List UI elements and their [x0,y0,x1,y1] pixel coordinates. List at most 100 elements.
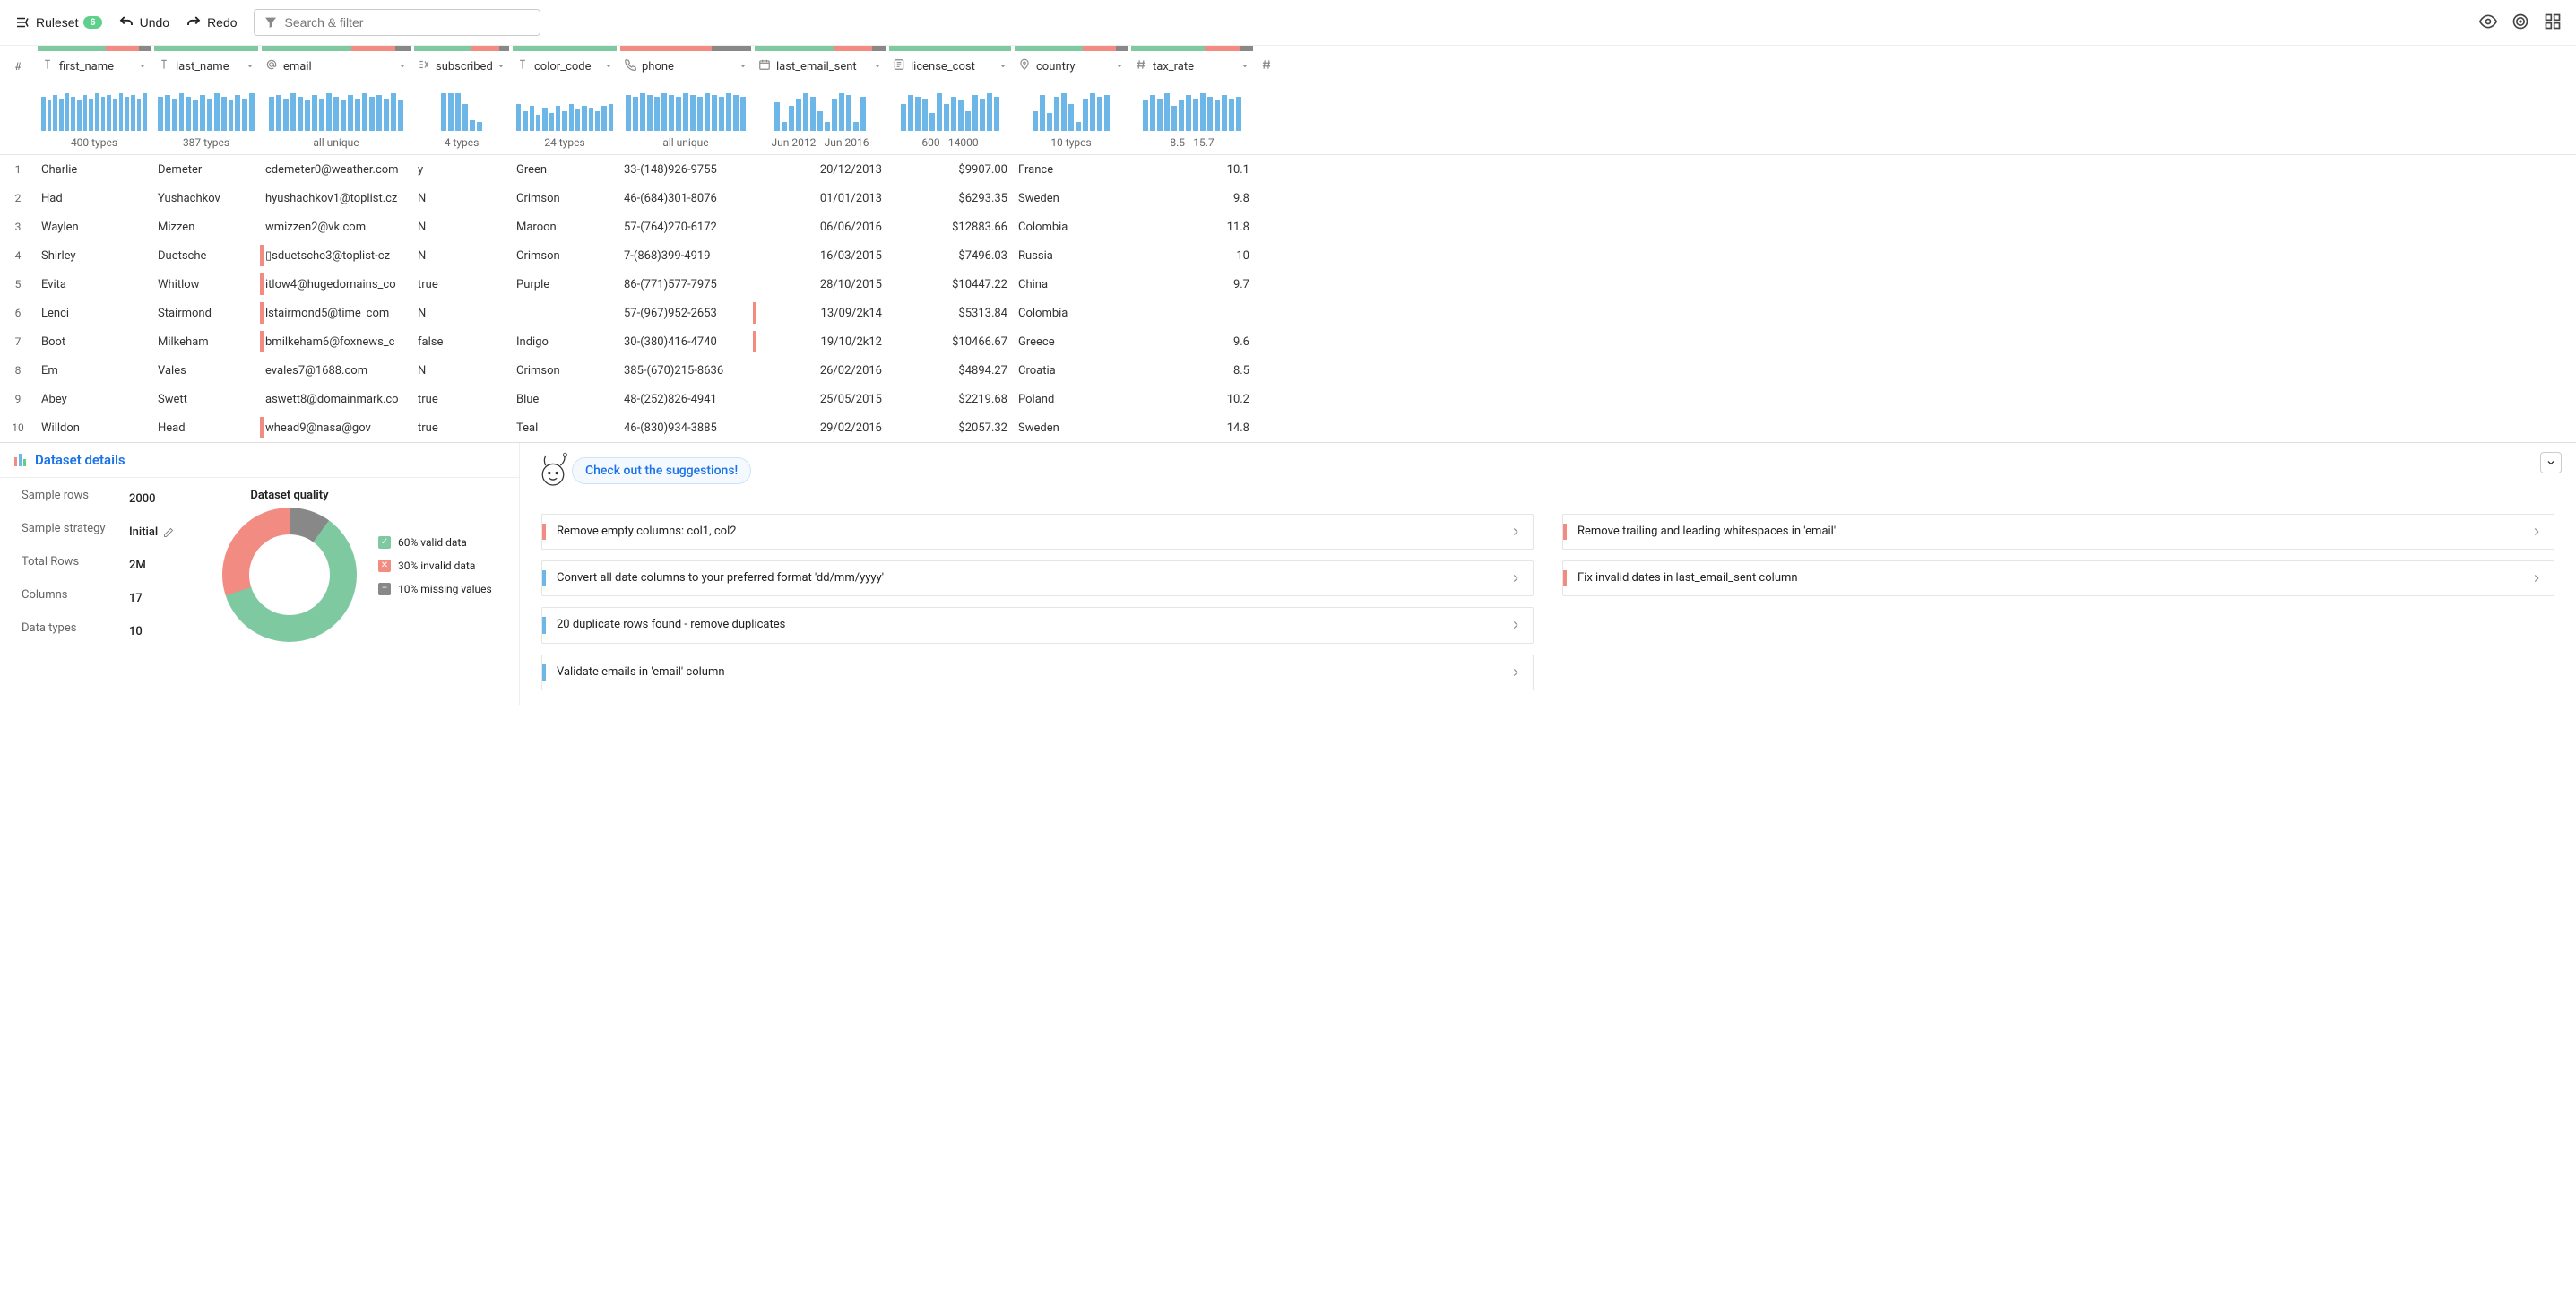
column-header-last_email_sent[interactable]: last_email_sent [753,51,887,82]
cell-last_name[interactable]: Yushachkov [152,184,260,213]
cell-email[interactable]: hyushachkov1@toplist.cz [260,184,412,213]
cell-license_cost[interactable]: $10447.22 [887,270,1013,299]
chevron-down-icon[interactable] [1115,62,1124,71]
cell-tax_rate[interactable]: 9.6 [1129,327,1255,356]
cell-phone[interactable]: 57-(967)952-2653 [618,299,753,327]
cell-first_name[interactable]: Abey [36,385,152,413]
cell-license_cost[interactable]: $7496.03 [887,241,1013,270]
cell-subscribed[interactable]: N [412,241,511,270]
column-header-subscribed[interactable]: subscribed [412,51,511,82]
redo-button[interactable]: Redo [186,14,237,30]
cell-first_name[interactable]: Had [36,184,152,213]
cell-tax_rate[interactable]: 10.1 [1129,155,1255,184]
preview-button[interactable] [2479,13,2497,33]
cell-country[interactable]: Poland [1013,385,1129,413]
cell-email[interactable]: ▯sduetsche3@toplist-cz [260,241,412,270]
cell-email[interactable]: cdemeter0@weather.com [260,155,412,184]
suggestion-card[interactable]: Remove empty columns: col1, col2 [541,514,1534,550]
target-button[interactable] [2511,13,2529,33]
cell-last_name[interactable]: Mizzen [152,213,260,241]
histogram-country[interactable]: 10 types [1013,82,1129,154]
cell-color_code[interactable]: Crimson [511,241,618,270]
cell-subscribed[interactable]: true [412,270,511,299]
cell-color_code[interactable]: Blue [511,385,618,413]
suggestion-card[interactable]: Remove trailing and leading whitespaces … [1562,514,2554,550]
cell-country[interactable]: Colombia [1013,299,1129,327]
cell-tax_rate[interactable]: 10.2 [1129,385,1255,413]
histogram-license_cost[interactable]: 600 - 14000 [887,82,1013,154]
cell-color_code[interactable]: Crimson [511,356,618,385]
suggestion-card[interactable]: Convert all date columns to your preferr… [541,560,1534,596]
undo-button[interactable]: Undo [118,14,169,30]
column-header-last_name[interactable]: last_name [152,51,260,82]
cell-color_code[interactable]: Maroon [511,213,618,241]
cell-last_email_sent[interactable]: 20/12/2013 [753,155,887,184]
cell-last_email_sent[interactable]: 19/10/2k12 [753,327,887,356]
search-filter[interactable] [254,9,540,36]
column-header-extra[interactable] [1255,51,1291,82]
search-input[interactable] [285,15,531,30]
cell-license_cost[interactable]: $4894.27 [887,356,1013,385]
cell-country[interactable]: Sweden [1013,184,1129,213]
cell-tax_rate[interactable]: 9.8 [1129,184,1255,213]
cell-phone[interactable]: 7-(868)399-4919 [618,241,753,270]
cell-last_name[interactable]: Vales [152,356,260,385]
histogram-subscribed[interactable]: 4 types [412,82,511,154]
cell-license_cost[interactable]: $12883.66 [887,213,1013,241]
cell-email[interactable]: whead9@nasa@gov [260,413,412,442]
cell-color_code[interactable]: Purple [511,270,618,299]
cell-subscribed[interactable]: false [412,327,511,356]
cell-tax_rate[interactable]: 9.7 [1129,270,1255,299]
cell-phone[interactable]: 385-(670)215-8636 [618,356,753,385]
edit-icon[interactable] [163,527,174,538]
cell-country[interactable]: Greece [1013,327,1129,356]
suggestion-card[interactable]: Fix invalid dates in last_email_sent col… [1562,560,2554,596]
column-header-color_code[interactable]: color_code [511,51,618,82]
cell-last_email_sent[interactable]: 01/01/2013 [753,184,887,213]
cell-email[interactable]: aswett8@domainmark.co [260,385,412,413]
cell-last_email_sent[interactable]: 28/10/2015 [753,270,887,299]
cell-country[interactable]: China [1013,270,1129,299]
cell-phone[interactable]: 46-(830)934-3885 [618,413,753,442]
cell-tax_rate[interactable] [1129,299,1255,327]
cell-last_email_sent[interactable]: 16/03/2015 [753,241,887,270]
cell-tax_rate[interactable]: 14.8 [1129,413,1255,442]
cell-license_cost[interactable]: $10466.67 [887,327,1013,356]
cell-country[interactable]: Sweden [1013,413,1129,442]
cell-first_name[interactable]: Waylen [36,213,152,241]
cell-email[interactable]: bmilkeham6@foxnews_c [260,327,412,356]
cell-subscribed[interactable]: true [412,385,511,413]
cell-subscribed[interactable]: N [412,356,511,385]
cell-country[interactable]: Colombia [1013,213,1129,241]
cell-subscribed[interactable]: N [412,299,511,327]
cell-phone[interactable]: 57-(764)270-6172 [618,213,753,241]
chevron-down-icon[interactable] [398,62,407,71]
cell-subscribed[interactable]: y [412,155,511,184]
cell-phone[interactable]: 86-(771)577-7975 [618,270,753,299]
cell-first_name[interactable]: Evita [36,270,152,299]
cell-first_name[interactable]: Charlie [36,155,152,184]
cell-email[interactable]: itlow4@hugedomains_co [260,270,412,299]
chevron-down-icon[interactable] [604,62,613,71]
cell-last_email_sent[interactable]: 29/02/2016 [753,413,887,442]
cell-color_code[interactable]: Green [511,155,618,184]
cell-tax_rate[interactable]: 8.5 [1129,356,1255,385]
grid-view-button[interactable] [2544,13,2562,33]
cell-last_name[interactable]: Stairmond [152,299,260,327]
cell-color_code[interactable] [511,299,618,327]
cell-first_name[interactable]: Boot [36,327,152,356]
chevron-down-icon[interactable] [739,62,748,71]
cell-color_code[interactable]: Teal [511,413,618,442]
cell-last_name[interactable]: Whitlow [152,270,260,299]
histogram-email[interactable]: all unique [260,82,412,154]
cell-last_name[interactable]: Milkeham [152,327,260,356]
cell-license_cost[interactable]: $5313.84 [887,299,1013,327]
chevron-down-icon[interactable] [1240,62,1249,71]
cell-last_name[interactable]: Duetsche [152,241,260,270]
histogram-last_email_sent[interactable]: Jun 2012 - Jun 2016 [753,82,887,154]
cell-phone[interactable]: 33-(148)926-9755 [618,155,753,184]
cell-last_email_sent[interactable]: 06/06/2016 [753,213,887,241]
cell-last_email_sent[interactable]: 26/02/2016 [753,356,887,385]
cell-email[interactable]: lstairmond5@time_com [260,299,412,327]
cell-subscribed[interactable]: N [412,184,511,213]
